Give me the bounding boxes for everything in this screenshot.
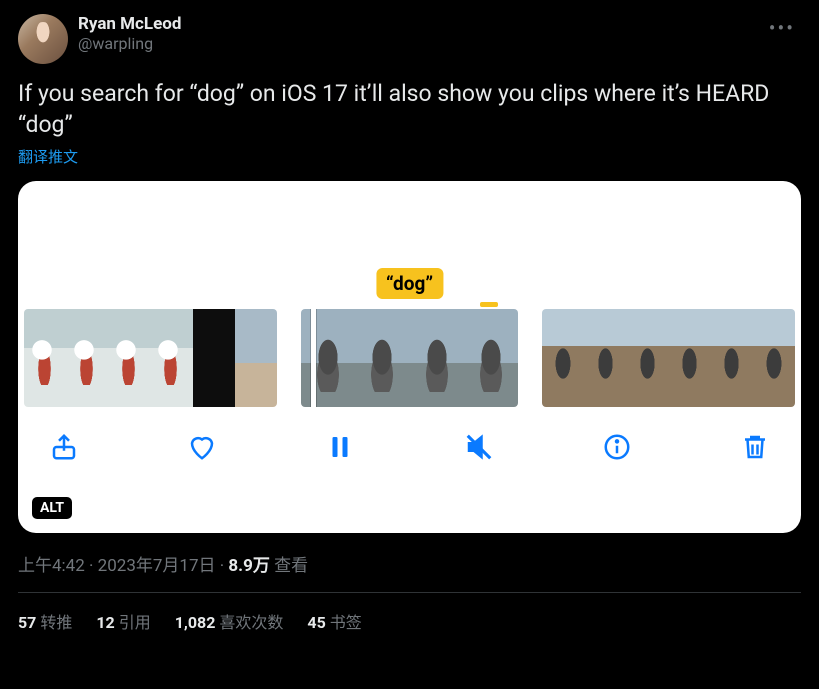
frame	[668, 309, 710, 407]
pause-icon[interactable]	[322, 429, 358, 465]
tweet-container: Ryan McLeod @warpling ••• If you search …	[0, 0, 819, 649]
stat-label: 喜欢次数	[219, 613, 283, 632]
tweet-date[interactable]: 2023年7月17日	[98, 556, 216, 576]
more-icon[interactable]: •••	[769, 16, 795, 40]
media-card[interactable]: “dog”	[18, 181, 801, 533]
share-icon[interactable]	[46, 429, 82, 465]
frame	[626, 309, 668, 407]
media-toolbar	[18, 407, 801, 465]
clip-thumbnail-group[interactable]	[24, 309, 277, 407]
stat-number: 1,082	[175, 613, 216, 632]
retweets-stat[interactable]: 57转推	[18, 609, 72, 633]
trash-icon[interactable]	[737, 429, 773, 465]
display-name[interactable]: Ryan McLeod	[78, 14, 181, 34]
clip-thumbnail-group[interactable]	[301, 309, 518, 407]
tweet-stats: 57转推 12 引用 1,082喜欢次数 45 书签	[18, 593, 801, 649]
frame	[235, 309, 277, 407]
bookmarks-stat[interactable]: 45 书签	[307, 609, 361, 633]
video-timeline[interactable]	[18, 309, 801, 407]
mute-icon[interactable]	[461, 429, 497, 465]
stat-number: 12	[96, 613, 114, 632]
avatar[interactable]	[18, 14, 68, 64]
tweet-meta: 上午4:42 · 2023年7月17日 · 8.9万 查看	[18, 551, 801, 593]
info-icon[interactable]	[599, 429, 635, 465]
tweet-text: If you search for “dog” on iOS 17 it’ll …	[18, 78, 801, 140]
handle[interactable]: @warpling	[78, 34, 181, 53]
likes-stat[interactable]: 1,082喜欢次数	[175, 609, 284, 633]
frame	[193, 309, 235, 407]
frame	[464, 309, 518, 407]
frame	[66, 309, 108, 407]
author-names: Ryan McLeod @warpling	[78, 14, 181, 54]
playhead[interactable]	[311, 309, 316, 407]
frame	[542, 309, 584, 407]
tweet-time[interactable]: 上午4:42	[18, 556, 85, 576]
media-top-area: “dog”	[18, 181, 801, 309]
frame	[355, 309, 409, 407]
quotes-stat[interactable]: 12 引用	[96, 609, 150, 633]
alt-badge[interactable]: ALT	[32, 497, 72, 519]
clip-thumbnail-group[interactable]	[542, 309, 795, 407]
stat-label: 书签	[330, 613, 362, 632]
translate-link[interactable]: 翻译推文	[18, 146, 801, 167]
frame	[151, 309, 193, 407]
frame	[711, 309, 753, 407]
stat-number: 57	[18, 613, 36, 632]
stat-label: 引用	[119, 613, 151, 632]
frame	[584, 309, 626, 407]
frame	[108, 309, 150, 407]
frame	[410, 309, 464, 407]
stat-number: 45	[307, 613, 325, 632]
frame	[301, 309, 355, 407]
timeline-marker	[480, 302, 498, 307]
tweet-header: Ryan McLeod @warpling •••	[18, 14, 801, 64]
heart-icon[interactable]	[184, 429, 220, 465]
views-label: 查看	[274, 556, 308, 576]
stat-label: 转推	[40, 613, 72, 632]
frame	[753, 309, 795, 407]
frame	[24, 309, 66, 407]
search-result-tag: “dog”	[376, 268, 443, 299]
views-count: 8.9万	[228, 556, 269, 576]
